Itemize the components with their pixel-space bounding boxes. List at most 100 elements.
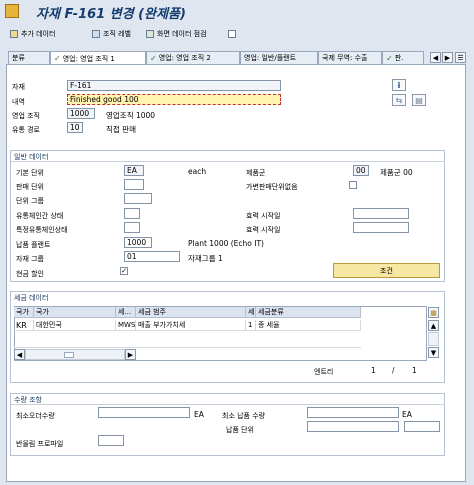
material-icon: [5, 4, 19, 18]
cash-discount-checkbox[interactable]: ✓: [120, 267, 128, 275]
tab-classification[interactable]: 분류: [8, 51, 50, 64]
tax-col-header-country[interactable]: 국가: [34, 307, 116, 318]
org-level-button[interactable]: 조직 레벨: [92, 28, 131, 40]
delivery-unit-uom-field[interactable]: [404, 421, 440, 432]
tax-cell-country-key: KR: [14, 320, 34, 331]
org-level-label: 조직 레벨: [103, 30, 131, 38]
check-icon: ✓: [150, 53, 157, 63]
tax-col-header-tax-category[interactable]: 세금 범주: [136, 307, 246, 318]
entry-total: 1: [412, 366, 417, 375]
division-text: 제품군 00: [380, 168, 413, 177]
dist-channel-text: 직접 판매: [106, 125, 136, 134]
division-field[interactable]: 00: [353, 165, 369, 176]
tax-col-header-country-key[interactable]: 국가: [14, 307, 34, 318]
sales-org-field[interactable]: 1000: [67, 108, 95, 119]
var-sales-unit-checkbox[interactable]: [349, 181, 357, 189]
valid-from-field-1[interactable]: [353, 208, 409, 219]
dist-channel-label: 유통 경로: [12, 126, 40, 134]
dist-channel-field[interactable]: 10: [67, 122, 83, 133]
delivering-plant-label: 납품 플랜트: [16, 241, 51, 249]
delivering-plant-text: Plant 1000 (Echo IT): [188, 239, 264, 248]
add-data-icon: [10, 30, 18, 38]
tax-col-header-tax-classification[interactable]: 세금분류: [256, 307, 361, 318]
tab-sales-general-plant[interactable]: 영업: 일반/플랜트: [240, 51, 318, 64]
divider: [10, 404, 445, 405]
rounding-profile-label: 반올림 프로파일: [16, 440, 64, 448]
entry-current: 1: [371, 366, 376, 375]
translate-icon[interactable]: ⇆: [392, 94, 406, 106]
material-field[interactable]: F-161: [67, 80, 281, 91]
tax-cell-tax-cat: MWST: [116, 320, 136, 331]
tab-sales-org-1[interactable]: ✓ 영업: 영업 조직 1: [50, 51, 146, 65]
division-label: 제품군: [246, 169, 266, 177]
rounding-profile-field[interactable]: [98, 435, 124, 446]
tax-col-header-tax-cat[interactable]: 세...: [116, 307, 136, 318]
scroll-down-icon[interactable]: ▼: [428, 347, 439, 358]
tab-list-button[interactable]: ☰: [455, 52, 466, 63]
tax-cell-tax-category: 매출 부가가치세: [136, 320, 246, 331]
printer-icon: [228, 30, 236, 38]
base-unit-label: 기본 단위: [16, 169, 44, 177]
description-field[interactable]: Finished good 100: [67, 94, 281, 105]
dchain-status-field[interactable]: [124, 222, 140, 233]
scroll-right-icon[interactable]: ▶: [125, 349, 136, 360]
valid-from-field-2[interactable]: [353, 222, 409, 233]
scroll-thumb[interactable]: [64, 352, 74, 358]
tax-cell-tax-classification: 종 세율: [256, 320, 361, 331]
xdist-status-label: 유통체인간 상태: [16, 212, 64, 220]
dchain-status-label: 특정유통체인상태: [16, 226, 68, 234]
add-data-button[interactable]: 추가 데이터: [10, 28, 55, 40]
tab-sales-text[interactable]: ✓ 판.: [382, 51, 424, 64]
scroll-up-icon[interactable]: ▲: [428, 320, 439, 331]
add-data-label: 추가 데이터: [21, 30, 56, 38]
table-settings-icon[interactable]: ▦: [428, 307, 439, 318]
sales-org-label: 영업 조직: [12, 112, 40, 120]
sales-unit-label: 판매 단위: [16, 183, 44, 191]
entry-separator: /: [392, 366, 395, 375]
delivering-plant-field[interactable]: 1000: [124, 237, 152, 248]
long-text-icon[interactable]: ▤: [412, 94, 426, 106]
min-order-field[interactable]: [98, 407, 190, 418]
info-icon[interactable]: i: [392, 79, 406, 91]
check-icon: ✓: [386, 53, 393, 63]
tax-data-title: 세금 데이터: [14, 294, 49, 302]
material-group-label: 자재 그룹: [16, 255, 44, 263]
min-delivery-label: 최소 납품 수량: [222, 412, 266, 420]
valid-from-label-2: 효력 시작일: [246, 226, 281, 234]
check-icon: ✓: [54, 54, 61, 63]
org-level-icon: [92, 30, 100, 38]
tax-cell-tax-class[interactable]: 1: [246, 320, 256, 331]
sales-org-text: 영업조직 1000: [106, 111, 156, 120]
cash-discount-label: 현금 할인: [16, 270, 44, 278]
tab-scroll-left-button[interactable]: ◀: [430, 52, 441, 63]
table-row: [14, 333, 361, 348]
unit-group-label: 단위 그룹: [16, 197, 44, 205]
min-order-unit: EA: [194, 410, 204, 419]
delivery-unit-label: 납품 단위: [226, 426, 254, 434]
vertical-scrollbar[interactable]: [428, 332, 439, 346]
description-label: 내역: [12, 98, 25, 106]
base-unit-text: each: [188, 167, 207, 176]
tax-col-header-tax-class[interactable]: 세...: [246, 307, 256, 318]
tax-cell-country: 대한민국: [34, 320, 116, 331]
scroll-left-icon[interactable]: ◀: [14, 349, 25, 360]
sales-unit-field[interactable]: [124, 179, 144, 190]
delivery-unit-field[interactable]: [307, 421, 399, 432]
base-unit-field[interactable]: EA: [124, 165, 144, 176]
xdist-status-field[interactable]: [124, 208, 140, 219]
tab-foreign-trade-export[interactable]: 국제 무역: 수출: [318, 51, 382, 64]
material-group-field[interactable]: 01: [124, 251, 180, 262]
tab-sales-org-2[interactable]: ✓ 영업: 영업 조직 2: [146, 51, 240, 64]
horizontal-scrollbar[interactable]: [25, 349, 125, 360]
tab-scroll-right-button[interactable]: ▶: [442, 52, 453, 63]
material-label: 자재: [12, 83, 25, 91]
unit-group-field[interactable]: [124, 193, 152, 204]
screen-check-button[interactable]: 화면 데이터 점검: [146, 28, 207, 40]
min-delivery-field[interactable]: [307, 407, 399, 418]
conditions-button[interactable]: 조건: [333, 263, 440, 278]
window-title: 자재 F-161 변경 (완제품): [36, 7, 186, 22]
var-sales-unit-label: 가변판매단위없음: [246, 183, 298, 191]
print-button[interactable]: [228, 28, 239, 40]
valid-from-label-1: 효력 시작일: [246, 212, 281, 220]
screen-check-icon: [146, 30, 154, 38]
